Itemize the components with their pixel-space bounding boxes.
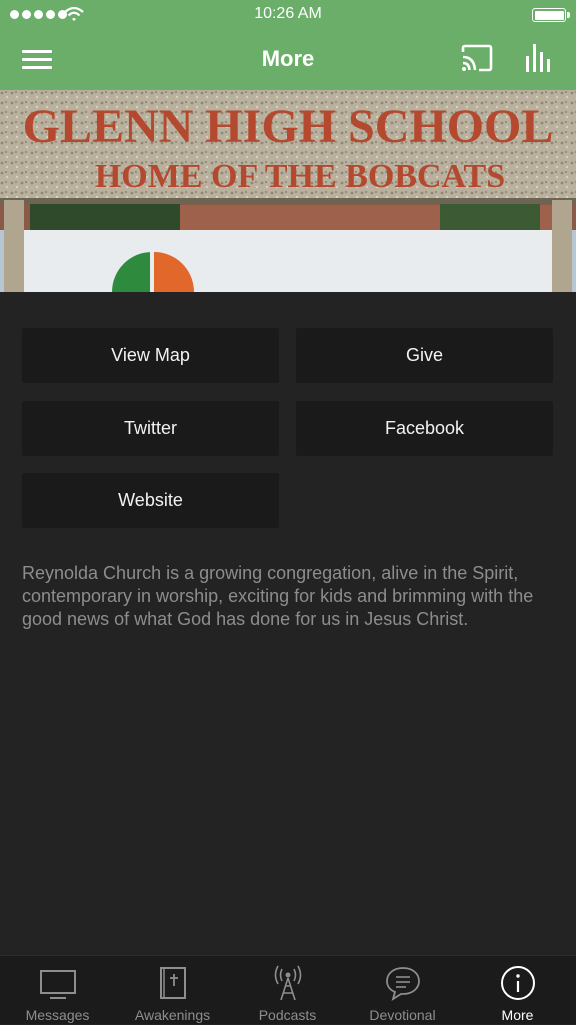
cast-icon[interactable] bbox=[460, 44, 494, 74]
tab-messages[interactable]: Messages bbox=[0, 956, 115, 1025]
hero-image: GLENN HIGH SCHOOL HOME OF THE BOBCATS bbox=[0, 90, 576, 292]
bible-icon bbox=[159, 967, 186, 999]
school-sign-photo: GLENN HIGH SCHOOL HOME OF THE BOBCATS bbox=[0, 90, 576, 292]
broadcast-tower-icon bbox=[274, 965, 301, 1001]
tab-label: Devotional bbox=[369, 1007, 436, 1023]
tab-podcasts[interactable]: Podcasts bbox=[230, 956, 345, 1025]
status-bar: 10:26 AM bbox=[0, 0, 576, 30]
tab-label: More bbox=[501, 1007, 534, 1023]
tab-label: Podcasts bbox=[258, 1007, 317, 1023]
give-button[interactable]: Give bbox=[296, 328, 553, 383]
nav-bar: More bbox=[0, 30, 576, 90]
tab-awakenings[interactable]: Awakenings bbox=[115, 956, 230, 1025]
facebook-button[interactable]: Facebook bbox=[296, 401, 553, 456]
tab-label: Awakenings bbox=[134, 1007, 211, 1023]
chat-bubble-icon bbox=[385, 967, 420, 1002]
view-map-button[interactable]: View Map bbox=[22, 328, 279, 383]
tab-label: Messages bbox=[25, 1007, 90, 1023]
battery-icon bbox=[532, 8, 570, 22]
church-description: Reynolda Church is a growing congregatio… bbox=[22, 563, 534, 629]
info-icon bbox=[500, 966, 535, 1000]
tab-bar: Messages Awakenings Podcasts Devotional … bbox=[0, 955, 576, 1024]
tab-more[interactable]: More bbox=[460, 956, 575, 1025]
twitter-button[interactable]: Twitter bbox=[22, 401, 279, 456]
tab-devotional[interactable]: Devotional bbox=[345, 956, 460, 1025]
sign-line-2: HOME OF THE BOBCATS bbox=[95, 158, 505, 195]
tv-icon bbox=[39, 970, 76, 999]
status-time: 10:26 AM bbox=[254, 5, 322, 22]
sign-line-1: GLENN HIGH SCHOOL bbox=[23, 100, 554, 153]
website-button[interactable]: Website bbox=[22, 473, 279, 528]
audio-bars-icon[interactable] bbox=[524, 42, 554, 74]
